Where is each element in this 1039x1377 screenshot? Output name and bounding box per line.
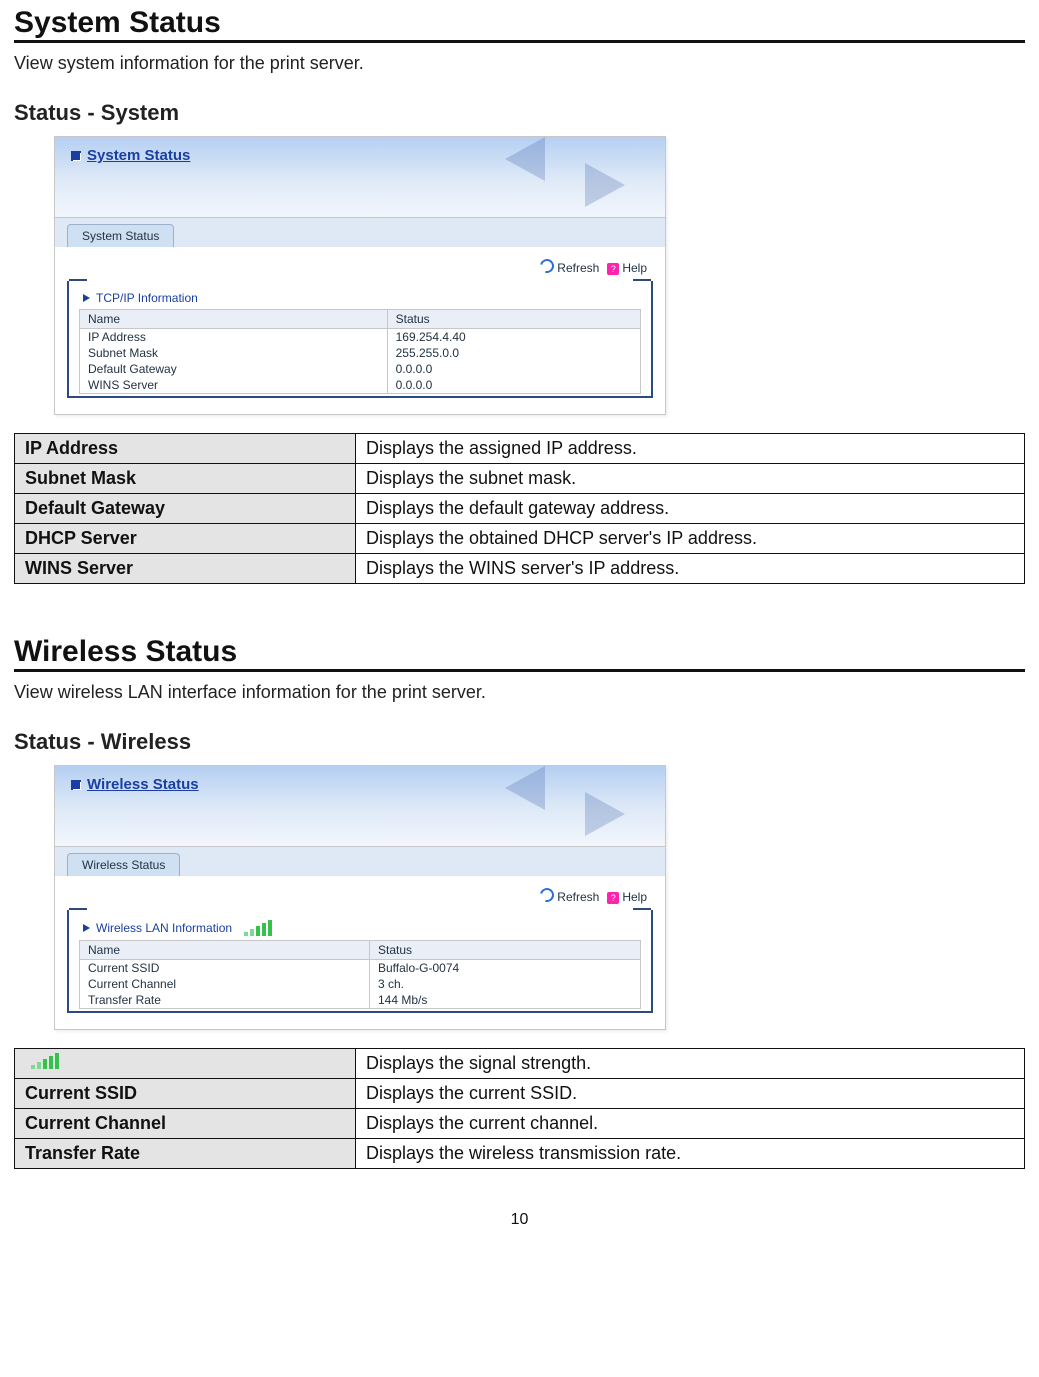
system-group-title: TCP/IP Information xyxy=(83,291,641,305)
subsection-heading: Status - System xyxy=(14,100,1025,126)
tab-system[interactable]: System Status xyxy=(67,224,174,247)
table-row: Subnet Mask255.255.0.0 xyxy=(80,345,641,361)
desc-text: Displays the assigned IP address. xyxy=(356,434,1025,464)
tab-wireless[interactable]: Wireless Status xyxy=(67,853,180,876)
desc-label: DHCP Server xyxy=(15,524,356,554)
desc-text: Displays the signal strength. xyxy=(356,1049,1025,1079)
section-lead: View wireless LAN interface information … xyxy=(14,682,1025,703)
table-row: WINS ServerDisplays the WINS server's IP… xyxy=(15,554,1025,584)
group-title-text: TCP/IP Information xyxy=(96,291,198,305)
section-heading: System Status xyxy=(14,0,1025,43)
refresh-button[interactable]: Refresh xyxy=(540,890,599,904)
wireless-info-table: NameStatusCurrent SSIDBuffalo-G-0074Curr… xyxy=(79,940,641,1009)
row-name: Subnet Mask xyxy=(80,345,388,361)
row-name: Transfer Rate xyxy=(80,992,370,1009)
signal-strength-icon xyxy=(244,920,272,936)
desc-label: Default Gateway xyxy=(15,494,356,524)
table-row: Default GatewayDisplays the default gate… xyxy=(15,494,1025,524)
row-name: Current SSID xyxy=(80,960,370,977)
row-name: IP Address xyxy=(80,329,388,346)
row-value: 255.255.0.0 xyxy=(387,345,640,361)
system-screenshot-panel: System Status System Status Refresh Help TCP… xyxy=(54,136,666,415)
wireless-screenshot-panel: Wireless Status Wireless Status Refresh Hel… xyxy=(54,765,666,1030)
table-row: Transfer RateDisplays the wireless trans… xyxy=(15,1139,1025,1169)
column-header: Name xyxy=(80,310,388,329)
row-value: Buffalo-G-0074 xyxy=(370,960,641,977)
desc-label: IP Address xyxy=(15,434,356,464)
column-header: Status xyxy=(387,310,640,329)
help-button[interactable]: Help xyxy=(607,890,647,904)
row-value: 0.0.0.0 xyxy=(387,361,640,377)
help-button[interactable]: Help xyxy=(607,261,647,275)
row-value: 144 Mb/s xyxy=(370,992,641,1009)
table-row: IP Address169.254.4.40 xyxy=(80,329,641,346)
row-name: Current Channel xyxy=(80,976,370,992)
refresh-button[interactable]: Refresh xyxy=(540,261,599,275)
table-row: IP AddressDisplays the assigned IP addre… xyxy=(15,434,1025,464)
table-row: Current Channel3 ch. xyxy=(80,976,641,992)
table-row: DHCP ServerDisplays the obtained DHCP se… xyxy=(15,524,1025,554)
row-value: 169.254.4.40 xyxy=(387,329,640,346)
header-arrows-icon xyxy=(505,137,625,207)
signal-strength-icon xyxy=(31,1053,59,1069)
desc-label: Subnet Mask xyxy=(15,464,356,494)
table-row: Current SSIDBuffalo-G-0074 xyxy=(80,960,641,977)
desc-text: Displays the subnet mask. xyxy=(356,464,1025,494)
desc-text: Displays the obtained DHCP server's IP a… xyxy=(356,524,1025,554)
wireless-description-table: Displays the signal strength.Current SSI… xyxy=(14,1048,1025,1169)
system-info-table: NameStatusIP Address169.254.4.40Subnet M… xyxy=(79,309,641,394)
desc-label: Current Channel xyxy=(15,1109,356,1139)
page-number: 10 xyxy=(14,1211,1025,1229)
row-value: 0.0.0.0 xyxy=(387,377,640,394)
menu-marker-icon xyxy=(83,924,90,932)
desc-text: Displays the default gateway address. xyxy=(356,494,1025,524)
table-row: WINS Server0.0.0.0 xyxy=(80,377,641,394)
desc-text: Displays the current SSID. xyxy=(356,1079,1025,1109)
table-row: Current ChannelDisplays the current chan… xyxy=(15,1109,1025,1139)
section-lead: View system information for the print se… xyxy=(14,53,1025,74)
table-row: Displays the signal strength. xyxy=(15,1049,1025,1079)
desc-text: Displays the WINS server's IP address. xyxy=(356,554,1025,584)
section-heading: Wireless Status xyxy=(14,629,1025,672)
table-row: Default Gateway0.0.0.0 xyxy=(80,361,641,377)
section-system: System Status View system information for… xyxy=(14,0,1025,584)
wireless-panel-title: Wireless Status xyxy=(71,776,199,793)
subsection-heading: Status - Wireless xyxy=(14,729,1025,755)
table-row: Subnet MaskDisplays the subnet mask. xyxy=(15,464,1025,494)
column-header: Name xyxy=(80,941,370,960)
row-name: WINS Server xyxy=(80,377,388,394)
desc-label: WINS Server xyxy=(15,554,356,584)
panel-title-text: Wireless Status xyxy=(87,776,199,793)
wireless-group-title: Wireless LAN Information xyxy=(83,920,641,936)
header-arrows-icon xyxy=(505,766,625,836)
row-value: 3 ch. xyxy=(370,976,641,992)
desc-label: Transfer Rate xyxy=(15,1139,356,1169)
section-wireless: Wireless Status View wireless LAN interfa… xyxy=(14,629,1025,1169)
row-name: Default Gateway xyxy=(80,361,388,377)
desc-text: Displays the wireless transmission rate. xyxy=(356,1139,1025,1169)
system-panel-title: System Status xyxy=(71,147,190,164)
table-row: Current SSIDDisplays the current SSID. xyxy=(15,1079,1025,1109)
title-square-icon xyxy=(71,780,81,790)
desc-label: Current SSID xyxy=(15,1079,356,1109)
table-row: Transfer Rate144 Mb/s xyxy=(80,992,641,1009)
menu-marker-icon xyxy=(83,294,90,302)
desc-label xyxy=(15,1049,356,1079)
title-square-icon xyxy=(71,151,81,161)
column-header: Status xyxy=(370,941,641,960)
desc-text: Displays the current channel. xyxy=(356,1109,1025,1139)
group-title-text: Wireless LAN Information xyxy=(96,921,232,935)
panel-title-text: System Status xyxy=(87,147,190,164)
system-description-table: IP AddressDisplays the assigned IP addre… xyxy=(14,433,1025,584)
